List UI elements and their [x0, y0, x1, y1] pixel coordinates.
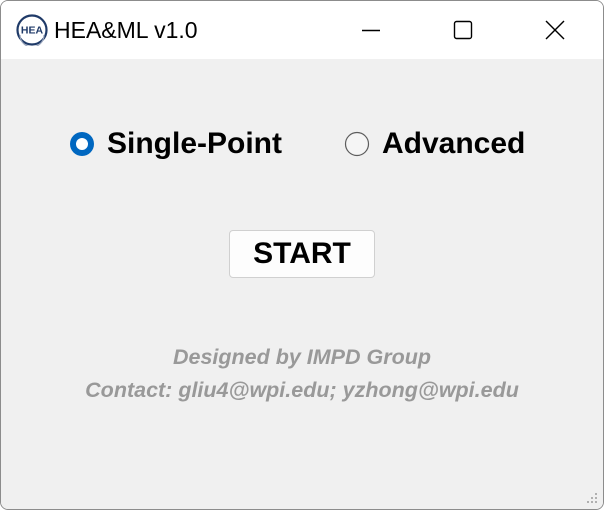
contact-text: Contact: gliu4@wpi.edu; yzhong@wpi.edu: [85, 378, 519, 402]
logo-text: HEA: [21, 25, 44, 37]
designed-by-text: Designed by IMPD Group: [172, 345, 432, 369]
maximize-icon: [453, 20, 473, 40]
close-button[interactable]: [509, 1, 601, 59]
radio-advanced[interactable]: Advanced: [344, 125, 525, 163]
radio-single-point[interactable]: Single-Point: [69, 125, 282, 163]
window-title: HEA&ML v1.0: [54, 17, 198, 43]
title-bar[interactable]: HEA HEA&ML v1.0: [1, 1, 603, 59]
minimize-icon: [362, 29, 380, 32]
minimize-button[interactable]: [325, 1, 417, 59]
resize-grip-icon[interactable]: [587, 493, 599, 505]
main-panel: Single-Point Advanced START Designed by …: [1, 59, 603, 509]
maximize-button[interactable]: [417, 1, 509, 59]
app-window: HEA HEA&ML v1.0 Single-Point Advanced ST…: [0, 0, 604, 510]
radio-advanced-label: Advanced: [382, 127, 526, 160]
hea-logo-icon: HEA: [16, 14, 48, 46]
radio-unselected-icon[interactable]: [344, 131, 370, 157]
radio-single-point-label: Single-Point: [107, 127, 282, 160]
start-button[interactable]: START: [229, 230, 375, 278]
radio-selected-icon[interactable]: [69, 131, 95, 157]
close-icon: [545, 20, 565, 40]
